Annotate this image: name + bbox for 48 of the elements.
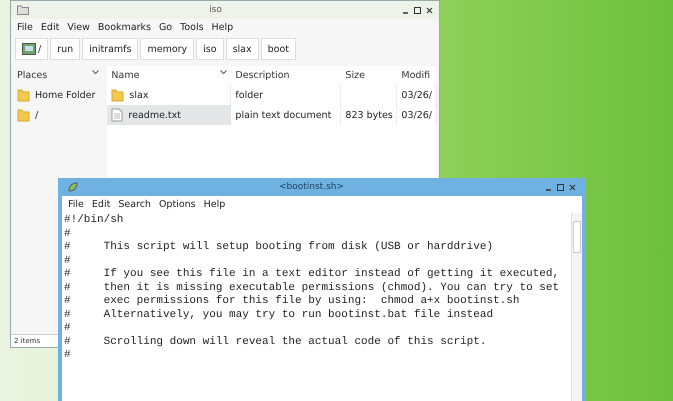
path-button[interactable]: initramfs — [82, 38, 138, 60]
close-button[interactable] — [426, 6, 433, 14]
menu-item[interactable]: Go — [158, 22, 172, 33]
path-button[interactable]: boot — [260, 38, 296, 60]
menu-item[interactable]: View — [67, 22, 90, 33]
menu-item[interactable]: File — [68, 199, 84, 210]
folder-icon — [111, 88, 124, 102]
window-title: <bootinst.sh> — [278, 182, 345, 192]
close-button[interactable] — [569, 184, 576, 190]
leaf-icon — [68, 182, 78, 192]
sidebar-item[interactable]: / — [13, 105, 104, 125]
menu-item[interactable]: Edit — [40, 22, 60, 33]
menu-item[interactable]: Help — [212, 22, 234, 33]
table-cell: 03/26/ — [397, 105, 437, 125]
menu-item[interactable]: Bookmarks — [98, 22, 151, 33]
menu-item[interactable]: Edit — [92, 199, 110, 210]
folder-icon — [17, 5, 29, 15]
scrollbar[interactable] — [571, 213, 582, 401]
path-button[interactable]: run — [50, 38, 80, 60]
column-header[interactable]: Size — [341, 66, 398, 85]
column-header[interactable]: Description — [231, 66, 342, 85]
column-header[interactable]: Name — [107, 66, 232, 85]
window-title: iso — [208, 5, 223, 15]
maximize-button[interactable] — [414, 6, 421, 14]
chevron-icon[interactable] — [220, 70, 228, 75]
file-name-cell[interactable]: readme.txt — [107, 105, 232, 125]
table-cell: 03/26/ — [397, 85, 437, 105]
menu-item[interactable]: Help — [204, 199, 226, 210]
table-cell: plain text document — [231, 105, 342, 125]
places-label: Places — [17, 70, 48, 81]
menu-item[interactable]: Tools — [180, 22, 204, 33]
path-button[interactable]: / — [15, 38, 48, 60]
folder-icon — [17, 88, 30, 102]
path-button[interactable]: iso — [196, 38, 224, 60]
text-file-icon — [111, 108, 124, 122]
table-cell: 823 bytes — [341, 105, 398, 125]
menu-item[interactable]: Search — [118, 199, 151, 210]
maximize-button[interactable] — [557, 184, 564, 190]
menu-item[interactable]: Options — [158, 199, 196, 210]
sidebar-item[interactable]: Home Folder — [13, 85, 104, 105]
path-button[interactable]: memory — [140, 38, 194, 60]
menu-item[interactable]: File — [17, 22, 33, 33]
column-header[interactable]: Modifi — [397, 66, 437, 85]
drive-icon — [22, 43, 36, 55]
path-button[interactable]: slax — [226, 38, 259, 60]
folder-icon — [17, 108, 30, 122]
table-cell: folder — [231, 85, 342, 105]
chevron-icon[interactable] — [92, 70, 100, 75]
